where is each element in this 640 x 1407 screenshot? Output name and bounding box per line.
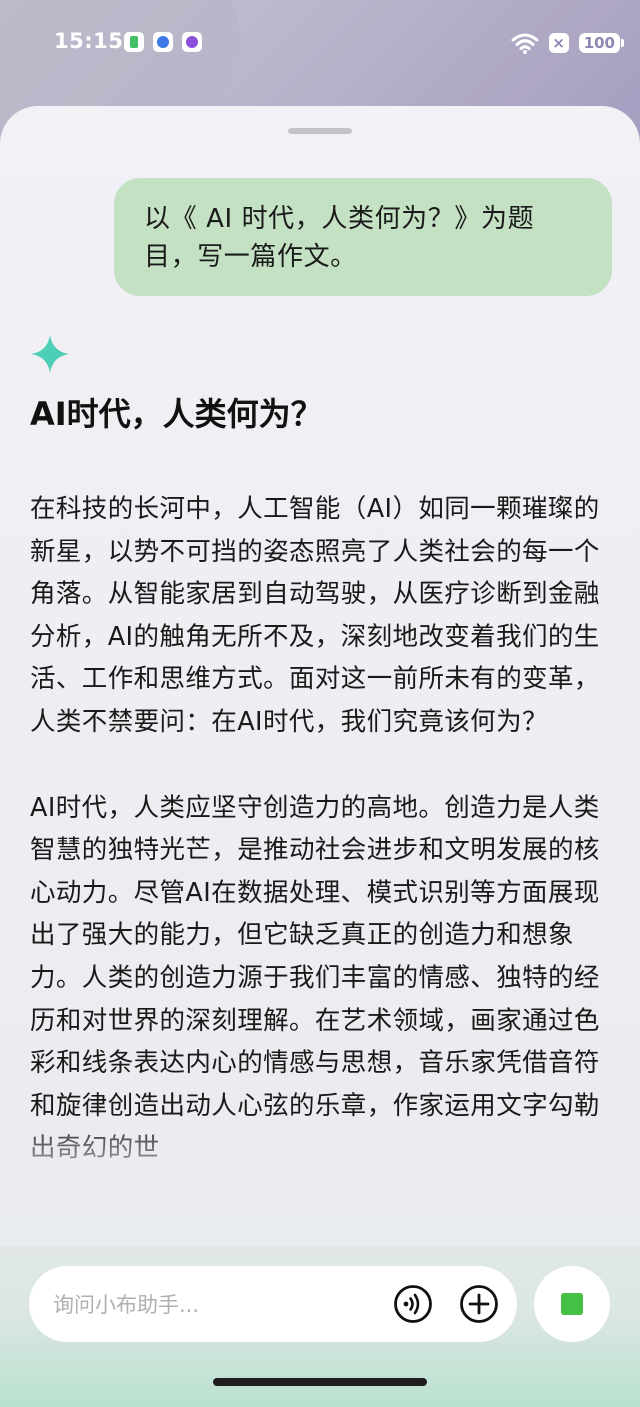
ask-assistant-input[interactable] [51, 1266, 385, 1344]
stop-generating-button[interactable] [534, 1266, 610, 1342]
answer-title: AI时代，人类何为？ [30, 395, 323, 433]
answer-paragraph: 在科技的长河中，人工智能（AI）如同一颗璀璨的新星，以势不可挡的姿态照亮了人类社… [30, 494, 600, 737]
stop-icon [561, 1293, 583, 1315]
sparkle-icon [31, 335, 69, 373]
assistant-app-icon [182, 32, 202, 52]
answer-body: 在科技的长河中，人工智能（AI）如同一颗璀璨的新星，以势不可挡的姿态照亮了人类社… [30, 488, 602, 1213]
battery-saver-app-icon [124, 32, 144, 52]
user-message-bubble: 以《 AI 时代，人类何为？》为题目，写一篇作文。 [114, 178, 612, 296]
assistant-sheet: 以《 AI 时代，人类何为？》为题目，写一篇作文。 AI时代，人类何为？ 在科技… [0, 106, 640, 1407]
status-time: 15:15 [54, 29, 124, 53]
screen: 15:15 × 100 以《 AI 时代，人类何为？》为题目，写一篇作文。 AI… [0, 0, 640, 1407]
plus-circle-icon[interactable] [459, 1284, 499, 1324]
drag-handle[interactable] [288, 128, 352, 134]
close-notification-icon: × [548, 33, 569, 53]
home-indicator[interactable] [213, 1378, 427, 1386]
input-bar [29, 1266, 517, 1344]
scroll-fade-overlay [0, 1116, 640, 1246]
status-bar: 15:15 × 100 [0, 0, 640, 86]
voice-call-icon[interactable] [393, 1284, 433, 1324]
battery-indicator: 100 [578, 33, 625, 53]
wifi-icon [511, 33, 539, 54]
answer-paragraph: AI时代，人类应坚守创造力的高地。创造力是人类智慧的独特光芒，是推动社会进步和文… [30, 792, 600, 1164]
browser-app-icon [153, 32, 173, 52]
status-right: × 100 [511, 29, 625, 57]
